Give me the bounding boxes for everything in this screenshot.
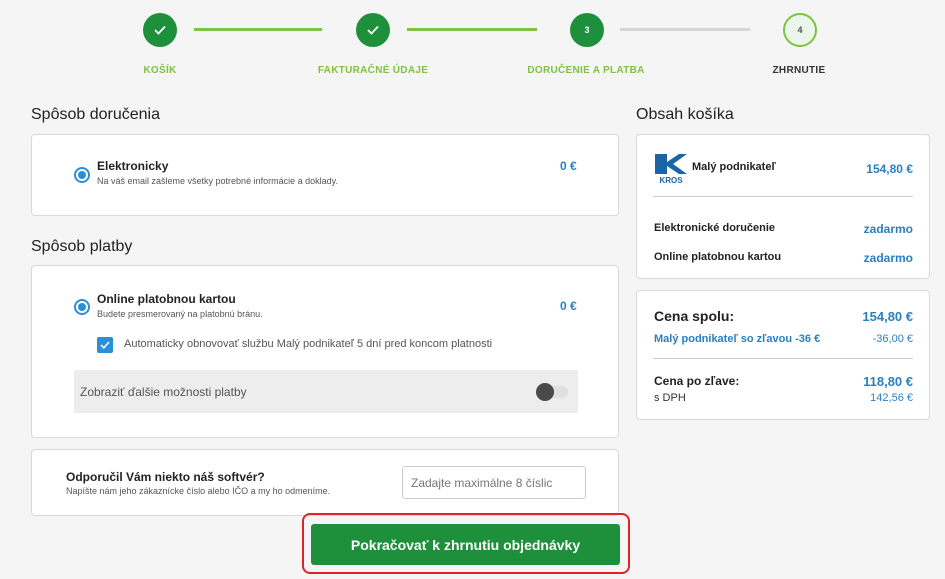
cart-product-name: Malý podnikateľ [692, 161, 776, 173]
vat-value: 142,56 € [870, 392, 913, 404]
totals-card: Cena spolu: 154,80 € Malý podnikateľ so … [636, 290, 930, 420]
delivery-radio-electronic[interactable] [74, 167, 90, 183]
step-4-number: 4 [783, 13, 817, 47]
check-icon [100, 341, 110, 349]
step-3-number[interactable]: 3 [570, 13, 604, 47]
auto-renew-label: Automaticky obnovovať službu Malý podnik… [124, 338, 493, 350]
more-payment-options-row[interactable]: Zobraziť ďalšie možnosti platby [74, 370, 578, 413]
total-value: 154,80 € [862, 309, 913, 324]
step-1-check-icon[interactable] [143, 13, 177, 47]
step-2-check-icon[interactable] [356, 13, 390, 47]
kros-logo-text: KROS [659, 176, 683, 184]
discount-value: -36,00 € [872, 333, 913, 345]
cart-delivery-label: Elektronické doručenie [654, 222, 776, 234]
referral-subtitle: Napíšte nám jeho zákaznícke číslo alebo … [66, 486, 331, 496]
delivery-card: Elektronicky Na váš email zašleme všetky… [31, 134, 619, 216]
payment-radio-card[interactable] [74, 299, 90, 315]
after-discount-value: 118,80 € [863, 374, 913, 389]
auto-renew-checkbox[interactable] [97, 337, 113, 353]
total-label: Cena spolu: [654, 308, 735, 324]
step-label-zhrnutie: ZHRNUTIE [772, 65, 826, 76]
step-connector [407, 28, 537, 31]
totals-divider [653, 358, 913, 359]
vat-label: s DPH [654, 392, 686, 404]
discount-label: Malý podnikateľ so zľavou -36 € [654, 333, 821, 345]
cart-section-title: Obsah košíka [636, 106, 734, 123]
delivery-option-subtitle: Na váš email zašleme všetky potrebné inf… [97, 176, 338, 186]
delivery-section-title: Spôsob doručenia [31, 106, 160, 123]
referral-card: Odporučil Vám niekto náš softvér? Napíšt… [31, 449, 619, 516]
payment-price: 0 € [560, 299, 577, 313]
step-connector [194, 28, 322, 31]
continue-to-summary-button[interactable]: Pokračovať k zhrnutiu objednávky [311, 524, 620, 565]
cart-divider [653, 196, 913, 197]
step-label-dorucenie-a-platba[interactable]: DORUČENIE A PLATBA [506, 65, 666, 76]
cart-delivery-value: zadarmo [863, 222, 913, 236]
cart-payment-label: Online platobnou kartou [654, 251, 782, 263]
cart-product-price: 154,80 € [866, 162, 913, 176]
cart-card: KROS Malý podnikateľ 154,80 € Elektronic… [636, 134, 930, 279]
step-label-fakturacne-udaje[interactable]: FAKTURAČNÉ ÚDAJE [293, 65, 453, 76]
delivery-price: 0 € [560, 159, 577, 173]
payment-option-title: Online platobnou kartou [97, 292, 236, 306]
payment-option-subtitle: Budete presmerovaný na platobnú bránu. [97, 309, 263, 319]
checkout-stepper: 3 4 KOŠÍK FAKTURAČNÉ ÚDAJE DORUČENIE A P… [0, 0, 945, 90]
payment-card: Online platobnou kartou Budete presmerov… [31, 265, 619, 438]
after-discount-label: Cena po zľave: [654, 374, 740, 388]
referral-title: Odporučil Vám niekto náš softvér? [66, 470, 265, 484]
payment-section-title: Spôsob platby [31, 238, 133, 255]
step-label-kosik[interactable]: KOŠÍK [80, 65, 240, 76]
more-payment-options-label: Zobraziť ďalšie možnosti platby [80, 385, 247, 399]
delivery-option-title: Elektronicky [97, 159, 169, 173]
referral-number-input[interactable] [402, 466, 586, 499]
cart-payment-value: zadarmo [863, 251, 913, 265]
step-connector [620, 28, 750, 31]
toggle-knob [536, 383, 554, 401]
kros-logo: KROS [653, 152, 689, 185]
more-payment-options-toggle[interactable] [536, 383, 568, 401]
